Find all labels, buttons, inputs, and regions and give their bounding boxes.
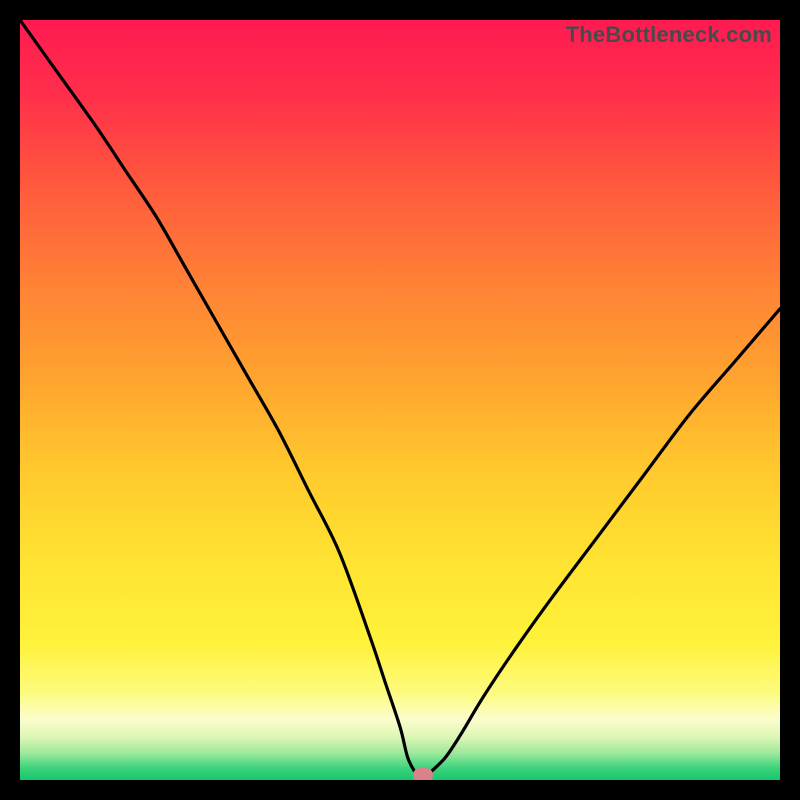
bottleneck-curve — [20, 20, 780, 780]
watermark-text: TheBottleneck.com — [566, 22, 772, 48]
chart-frame: TheBottleneck.com — [20, 20, 780, 780]
bottleneck-marker-icon — [413, 768, 433, 780]
